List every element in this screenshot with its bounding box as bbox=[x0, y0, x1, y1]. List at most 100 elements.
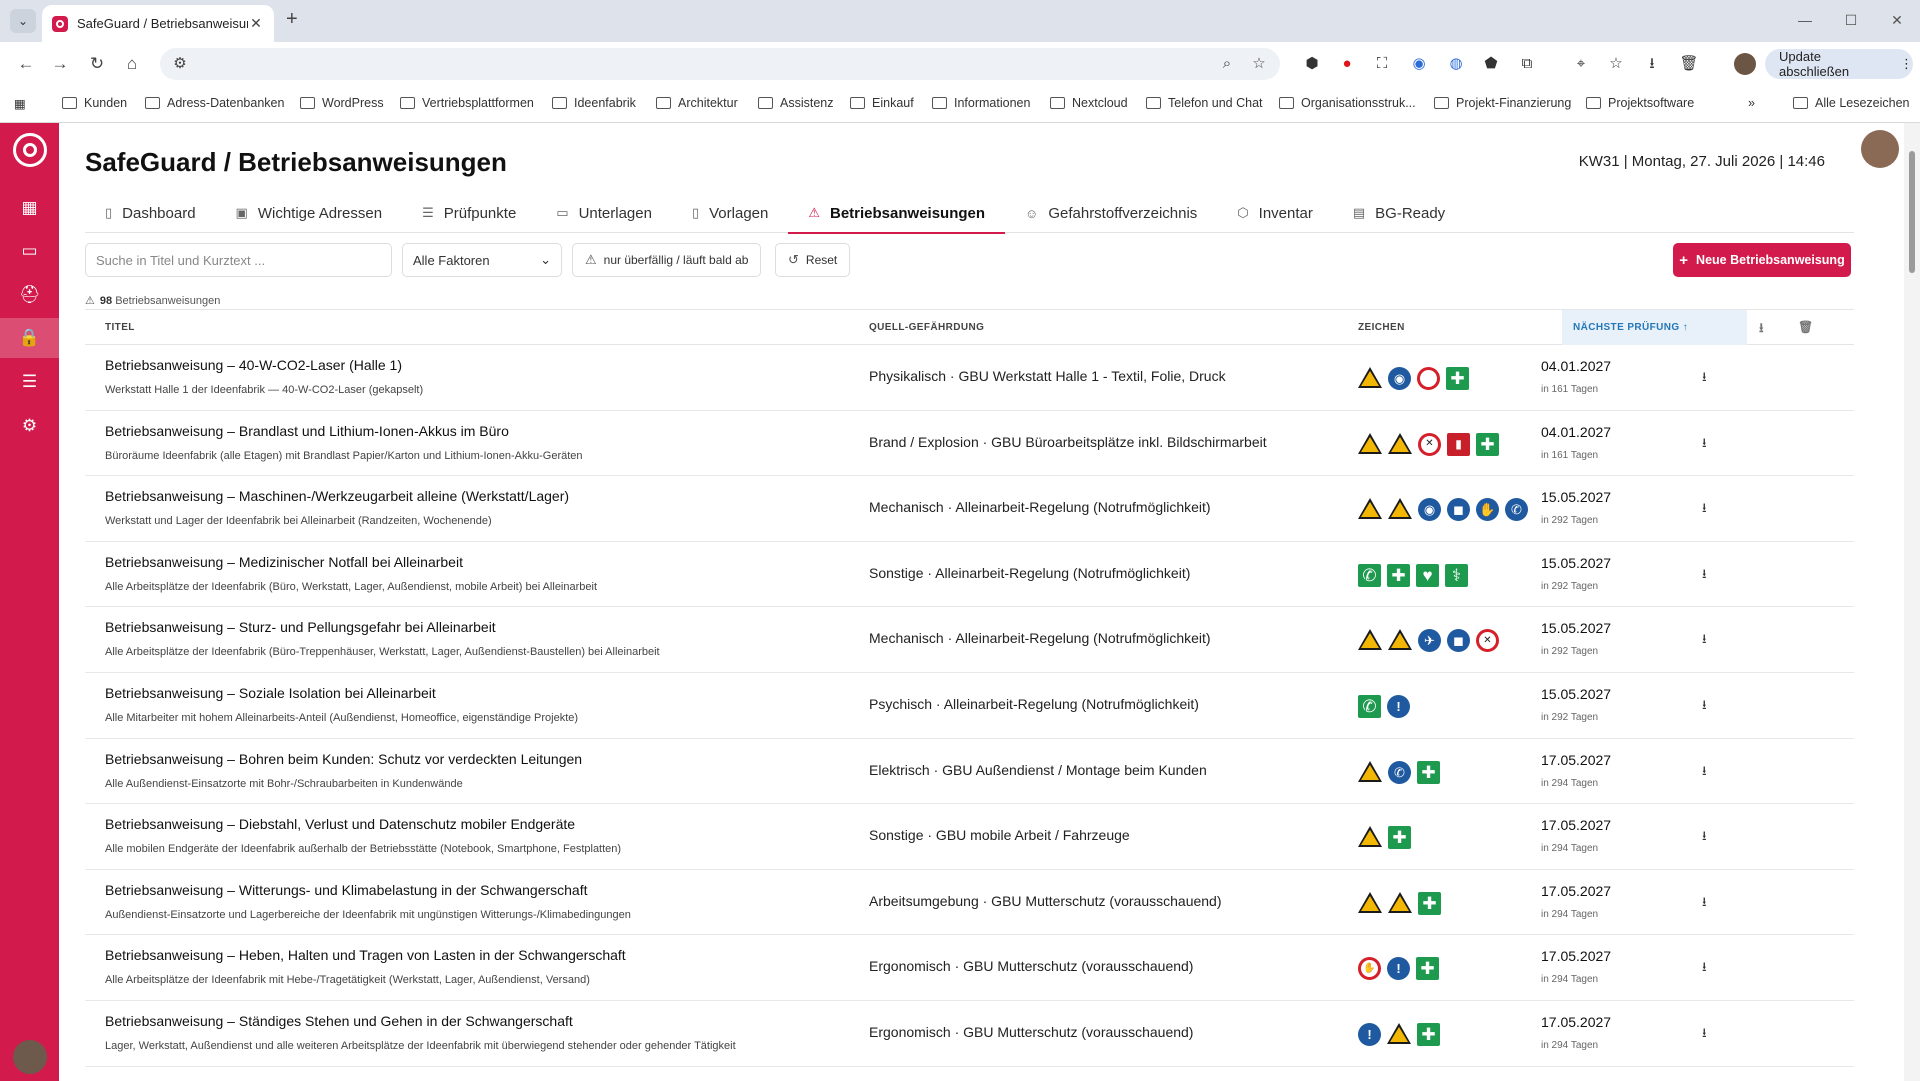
row-title[interactable]: Betriebsanweisung – Ständiges Stehen und… bbox=[105, 1013, 573, 1029]
download-icon[interactable]: ⭳ bbox=[1702, 762, 1707, 784]
first-aid-icon[interactable]: ⛑ bbox=[0, 275, 59, 315]
zoom-icon[interactable]: ⌕ bbox=[1215, 52, 1239, 76]
download-all-icon[interactable]: ⭳ bbox=[1759, 310, 1764, 345]
download-icon[interactable]: ⭳ bbox=[1702, 1024, 1707, 1046]
row-title[interactable]: Betriebsanweisung – Heben, Halten und Tr… bbox=[105, 947, 626, 963]
tab-unterlagen[interactable]: ▭ Unterlagen bbox=[536, 193, 672, 233]
row-title[interactable]: Betriebsanweisung – 40-W-CO2-Laser (Hall… bbox=[105, 357, 402, 373]
factor-select[interactable]: Alle Faktoren ⌄ bbox=[402, 243, 562, 277]
scrollbar[interactable] bbox=[1904, 123, 1920, 1081]
bookmark-folder[interactable]: Projekt-Finanzierung bbox=[1434, 96, 1571, 110]
database-icon[interactable]: ☰ bbox=[0, 362, 59, 402]
tab-inventar[interactable]: ⬡ Inventar bbox=[1217, 193, 1333, 233]
tab-wichtige-adressen[interactable]: ▣ Wichtige Adressen bbox=[216, 193, 403, 233]
location-icon[interactable]: ⌖ bbox=[1570, 53, 1592, 75]
table-row[interactable]: Betriebsanweisung – Brandlast und Lithiu… bbox=[85, 411, 1854, 477]
bookmark-folder[interactable]: Kunden bbox=[62, 96, 127, 110]
update-button[interactable]: Update abschließen ⋮ bbox=[1765, 49, 1913, 79]
row-title[interactable]: Betriebsanweisung – Maschinen-/Werkzeuga… bbox=[105, 488, 569, 504]
shield-extension-icon[interactable]: ⬟ bbox=[1480, 53, 1502, 75]
new-betriebsanweisung-button[interactable]: + Neue Betriebsanweisung bbox=[1673, 243, 1851, 277]
tab-gefahrstoffverzeichnis[interactable]: ☺ Gefahrstoffverzeichnis bbox=[1005, 193, 1217, 233]
download-icon[interactable]: ⭳ bbox=[1702, 565, 1707, 587]
site-settings-icon[interactable]: ⚙ bbox=[168, 52, 192, 76]
gear-icon[interactable]: ⚙ bbox=[0, 406, 59, 446]
apps-grid-icon[interactable]: ▦ bbox=[14, 96, 26, 111]
tab-betriebsanweisungen[interactable]: ⚠ Betriebsanweisungen bbox=[788, 193, 1005, 234]
header-user-avatar[interactable] bbox=[1861, 130, 1899, 168]
delete-icon[interactable]: 🗑 bbox=[1678, 53, 1700, 75]
close-tab-icon[interactable]: ✕ bbox=[248, 15, 264, 32]
table-row[interactable]: Betriebsanweisung – Diebstahl, Verlust u… bbox=[85, 804, 1854, 870]
bookmark-folder[interactable]: Architektur bbox=[656, 96, 738, 110]
all-bookmarks[interactable]: Alle Lesezeichen bbox=[1793, 96, 1910, 110]
reset-button[interactable]: ↺ Reset bbox=[775, 243, 851, 277]
bookmark-folder[interactable]: Nextcloud bbox=[1050, 96, 1128, 110]
tab-bg-ready[interactable]: ▤ BG-Ready bbox=[1333, 193, 1465, 233]
download-icon[interactable]: ⭳ bbox=[1702, 368, 1707, 390]
overdue-filter-toggle[interactable]: ⚠ nur überfällig / läuft bald ab bbox=[572, 243, 762, 277]
bookmark-folder[interactable]: Telefon und Chat bbox=[1146, 96, 1263, 110]
column-title[interactable]: TITEL bbox=[105, 310, 135, 345]
extensions-puzzle-icon[interactable]: ⧉ bbox=[1516, 53, 1538, 75]
search-input[interactable] bbox=[85, 243, 392, 277]
grid-icon[interactable]: ▦ bbox=[0, 188, 59, 228]
row-title[interactable]: Betriebsanweisung – Brandlast und Lithiu… bbox=[105, 423, 509, 439]
tab-vorlagen[interactable]: ▯ Vorlagen bbox=[672, 193, 788, 233]
extension-icon[interactable]: ⬢ bbox=[1301, 53, 1323, 75]
download-icon[interactable]: ⭳ bbox=[1702, 696, 1707, 718]
tab-pruefpunkte[interactable]: ☰ Prüfpunkte bbox=[402, 193, 536, 233]
minimize-icon[interactable]: — bbox=[1782, 0, 1828, 40]
briefcase-icon[interactable]: ▭ bbox=[0, 231, 59, 271]
bookmark-folder[interactable]: WordPress bbox=[300, 96, 384, 110]
table-row[interactable]: Betriebsanweisung – Soziale Isolation be… bbox=[85, 673, 1854, 739]
lock-icon[interactable]: 🔒 bbox=[0, 318, 59, 358]
forward-icon[interactable]: → bbox=[48, 52, 72, 76]
new-tab-button[interactable]: + bbox=[286, 8, 298, 31]
bookmark-folder[interactable]: Projektsoftware bbox=[1586, 96, 1694, 110]
download-icon[interactable]: ⭳ bbox=[1702, 893, 1707, 915]
table-row[interactable]: Betriebsanweisung – Sturz- und Pellungsg… bbox=[85, 607, 1854, 673]
table-row[interactable]: Betriebsanweisung – Heben, Halten und Tr… bbox=[85, 935, 1854, 1001]
row-title[interactable]: Betriebsanweisung – Bohren beim Kunden: … bbox=[105, 751, 582, 767]
favorites-icon[interactable]: ☆ bbox=[1605, 53, 1627, 75]
opera-extension-icon[interactable]: ● bbox=[1336, 53, 1358, 75]
row-title[interactable]: Betriebsanweisung – Soziale Isolation be… bbox=[105, 685, 436, 701]
row-title[interactable]: Betriebsanweisung – Sturz- und Pellungsg… bbox=[105, 619, 496, 635]
browser-tab[interactable]: SafeGuard / Betriebsanweisungen ✕ bbox=[42, 5, 274, 42]
column-next-check[interactable]: NÄCHSTE PRÜFUNG ↑ bbox=[1562, 310, 1747, 345]
home-icon[interactable]: ⌂ bbox=[120, 52, 144, 76]
bookmark-folder[interactable]: Organisationsstruk... bbox=[1279, 96, 1416, 110]
close-window-icon[interactable]: ✕ bbox=[1874, 0, 1920, 40]
table-row[interactable]: Betriebsanweisung – Bohren beim Kunden: … bbox=[85, 739, 1854, 805]
download-icon[interactable]: ⭳ bbox=[1641, 53, 1663, 75]
bookmark-folder[interactable]: Einkauf bbox=[850, 96, 914, 110]
column-signs[interactable]: ZEICHEN bbox=[1358, 310, 1405, 345]
screenshot-extension-icon[interactable]: ⛶ bbox=[1371, 53, 1393, 75]
bookmark-folder[interactable]: Informationen bbox=[932, 96, 1030, 110]
row-title[interactable]: Betriebsanweisung – Witterungs- und Klim… bbox=[105, 882, 588, 898]
back-icon[interactable]: ← bbox=[14, 52, 38, 76]
safeguard-logo[interactable] bbox=[13, 133, 47, 167]
user-avatar[interactable] bbox=[13, 1040, 47, 1074]
delete-column-icon[interactable]: 🗑 bbox=[1798, 310, 1814, 345]
table-row[interactable]: Betriebsanweisung – Ständiges Stehen und… bbox=[85, 1001, 1854, 1067]
bookmark-star-icon[interactable]: ☆ bbox=[1247, 52, 1271, 76]
blue-extension-icon[interactable]: ◍ bbox=[1445, 53, 1467, 75]
tab-dashboard[interactable]: ▯ Dashboard bbox=[85, 193, 216, 233]
bookmark-folder[interactable]: Assistenz bbox=[758, 96, 834, 110]
profile-extension-icon[interactable]: ◉ bbox=[1408, 53, 1430, 75]
table-row[interactable]: Betriebsanweisung – Maschinen-/Werkzeuga… bbox=[85, 476, 1854, 542]
scrollbar-thumb[interactable] bbox=[1909, 151, 1915, 273]
download-icon[interactable]: ⭳ bbox=[1702, 958, 1707, 980]
maximize-icon[interactable]: ☐ bbox=[1828, 0, 1874, 40]
table-row[interactable]: Betriebsanweisung – 40-W-CO2-Laser (Hall… bbox=[85, 345, 1854, 411]
bookmark-folder[interactable]: Vertriebsplattformen bbox=[400, 96, 534, 110]
reload-icon[interactable]: ↻ bbox=[85, 52, 109, 76]
row-title[interactable]: Betriebsanweisung – Medizinischer Notfal… bbox=[105, 554, 463, 570]
profile-avatar[interactable] bbox=[1734, 53, 1756, 75]
column-source[interactable]: QUELL-GEFÄHRDUNG bbox=[869, 310, 984, 345]
table-row[interactable]: Betriebsanweisung – Witterungs- und Klim… bbox=[85, 870, 1854, 936]
table-row[interactable]: Betriebsanweisung – Medizinischer Notfal… bbox=[85, 542, 1854, 608]
download-icon[interactable]: ⭳ bbox=[1702, 827, 1707, 849]
